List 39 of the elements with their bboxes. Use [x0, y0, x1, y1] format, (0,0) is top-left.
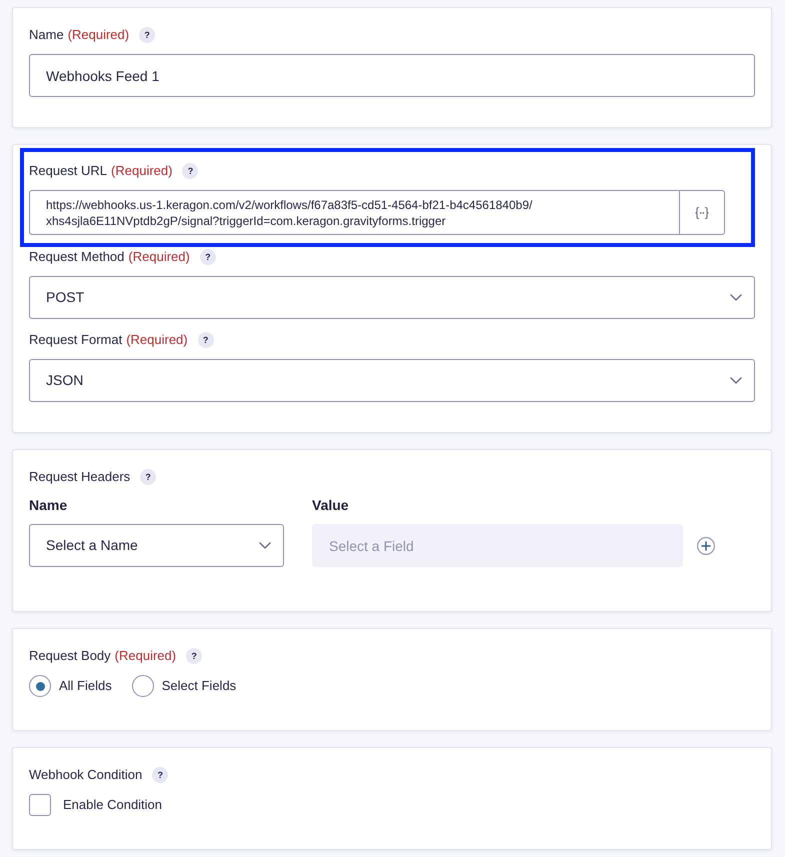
merge-tag-button[interactable]	[680, 190, 725, 235]
help-button[interactable]: ?	[139, 27, 156, 43]
field-label: Name	[29, 26, 64, 44]
option-label[interactable]: Enable Condition	[63, 796, 162, 814]
option-label[interactable]: Select Fields	[162, 677, 236, 695]
help-button[interactable]: ?	[198, 332, 214, 348]
field-label: Webhook Condition	[29, 766, 142, 784]
plus-circle-icon[interactable]	[697, 536, 715, 554]
field-label: Request Method	[29, 248, 124, 266]
braces-icon	[694, 206, 710, 220]
option-label[interactable]: All Fields	[59, 677, 112, 695]
required-note: (Required)	[111, 162, 172, 180]
help-button[interactable]: ?	[140, 469, 156, 485]
column-header: Name	[29, 496, 68, 514]
field-label: Request Format	[29, 331, 122, 349]
required-note: (Required)	[114, 647, 176, 665]
chevron-down-icon	[730, 294, 742, 301]
chevron-down-icon	[259, 542, 271, 549]
help-button[interactable]: ?	[152, 767, 168, 783]
checkbox[interactable]	[29, 794, 51, 816]
help-button[interactable]: ?	[186, 648, 202, 664]
select-dropdown[interactable]: JSON	[29, 359, 755, 402]
field-label: Request URL	[29, 162, 108, 180]
field-label: Request Headers	[29, 468, 130, 486]
radio-button[interactable]	[29, 675, 51, 697]
required-note: (Required)	[126, 331, 188, 349]
url-field[interactable]: https://webhooks.us-1.keragon.com/v2/workflows/f67a83f5-cd51-4564-bf21-b4c4561840b9/xhs4sjla6E11NVptdb2gP/signal?triggerId=com.keragon.gravityforms.trigger	[29, 190, 680, 235]
required-note: (Required)	[68, 26, 130, 44]
column-header: Value	[312, 496, 349, 514]
help-button[interactable]: ?	[200, 249, 216, 265]
help-button[interactable]: ?	[182, 163, 198, 179]
radio-button[interactable]	[132, 675, 154, 697]
select-dropdown[interactable]: POST	[29, 276, 755, 319]
chevron-down-icon	[730, 377, 742, 384]
text-field[interactable]: Webhooks Feed 1	[29, 54, 755, 97]
value-field[interactable]: Select a Field	[312, 524, 683, 567]
required-note: (Required)	[128, 248, 190, 266]
field-label: Request Body	[29, 647, 111, 665]
select-dropdown[interactable]: Select a Name	[29, 524, 284, 567]
